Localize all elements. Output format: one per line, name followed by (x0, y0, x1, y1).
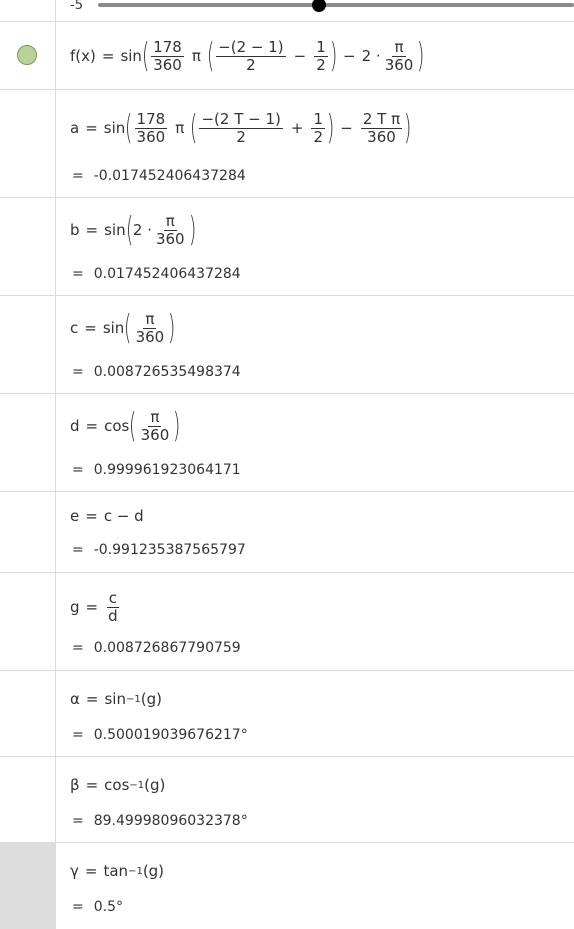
value-c: = 0.008726535498374 (72, 364, 241, 380)
definition-alpha[interactable]: α = sin −1 (g) (70, 687, 162, 711)
object-row-a[interactable]: a = sin ( 178 360 π ( −(2 T − 1) 2 + 12 ) … (0, 90, 574, 198)
row-gutter (0, 22, 56, 89)
value-e: = -0.991235387565797 (72, 542, 246, 558)
row-gutter (0, 492, 56, 572)
value-b: = 0.017452406437284 (72, 266, 241, 282)
object-row-c[interactable]: c = sin ( π 360 ) = 0.008726535498374 (0, 296, 574, 394)
row-gutter (0, 0, 56, 21)
object-row-b[interactable]: b = sin ( 2 · π 360 ) = 0.017452406437284 (0, 198, 574, 296)
definition-b[interactable]: b = sin ( 2 · π 360 ) (70, 208, 196, 252)
object-row-e[interactable]: e = c − d = -0.991235387565797 (0, 492, 574, 573)
object-row-alpha[interactable]: α = sin −1 (g) = 0.500019039676217° (0, 671, 574, 757)
definition-beta[interactable]: β = cos −1 (g) (70, 773, 165, 797)
row-gutter (0, 757, 56, 842)
visibility-toggle-icon[interactable] (17, 45, 37, 65)
object-row-g[interactable]: g = cd = 0.008726867790759 (0, 573, 574, 671)
value-gamma: = 0.5° (72, 899, 123, 915)
row-gutter (0, 671, 56, 756)
row-gutter (0, 394, 56, 491)
object-row-beta[interactable]: β = cos −1 (g) = 89.49998096032378° (0, 757, 574, 843)
row-gutter (0, 90, 56, 197)
function-name: f(x) (70, 47, 96, 65)
object-row-d[interactable]: d = cos ( π 360 ) = 0.999961923064171 (0, 394, 574, 492)
definition-c[interactable]: c = sin ( π 360 ) (70, 306, 176, 350)
value-d: = 0.999961923064171 (72, 462, 241, 478)
object-row-gamma[interactable]: γ = tan −1 (g) = 0.5° (0, 843, 574, 929)
row-gutter-selected (0, 843, 56, 929)
slider-row: -5 (0, 0, 574, 22)
value-beta: = 89.49998096032378° (72, 813, 248, 829)
row-gutter (0, 198, 56, 295)
algebra-view: -5 f(x) = sin ( 178 360 π ( −(2 − 1) 2 − 1… (0, 0, 574, 929)
row-gutter (0, 296, 56, 393)
definition-f[interactable]: f(x) = sin ( 178 360 π ( −(2 − 1) 2 − 12 )… (70, 32, 425, 80)
value-alpha: = 0.500019039676217° (72, 727, 248, 743)
function-row-f[interactable]: f(x) = sin ( 178 360 π ( −(2 − 1) 2 − 12 )… (0, 22, 574, 90)
definition-g[interactable]: g = cd (70, 585, 122, 629)
slider-min-value: -5 (70, 0, 83, 13)
definition-d[interactable]: d = cos ( π 360 ) (70, 404, 181, 448)
value-g: = 0.008726867790759 (72, 640, 241, 656)
definition-a[interactable]: a = sin ( 178 360 π ( −(2 T − 1) 2 + 12 ) … (70, 104, 411, 152)
row-gutter (0, 573, 56, 670)
value-a: = -0.017452406437284 (72, 168, 246, 184)
slider-thumb[interactable] (312, 0, 326, 12)
definition-e[interactable]: e = c − d (70, 504, 144, 528)
slider-track[interactable] (98, 3, 574, 7)
definition-gamma[interactable]: γ = tan −1 (g) (70, 859, 164, 883)
